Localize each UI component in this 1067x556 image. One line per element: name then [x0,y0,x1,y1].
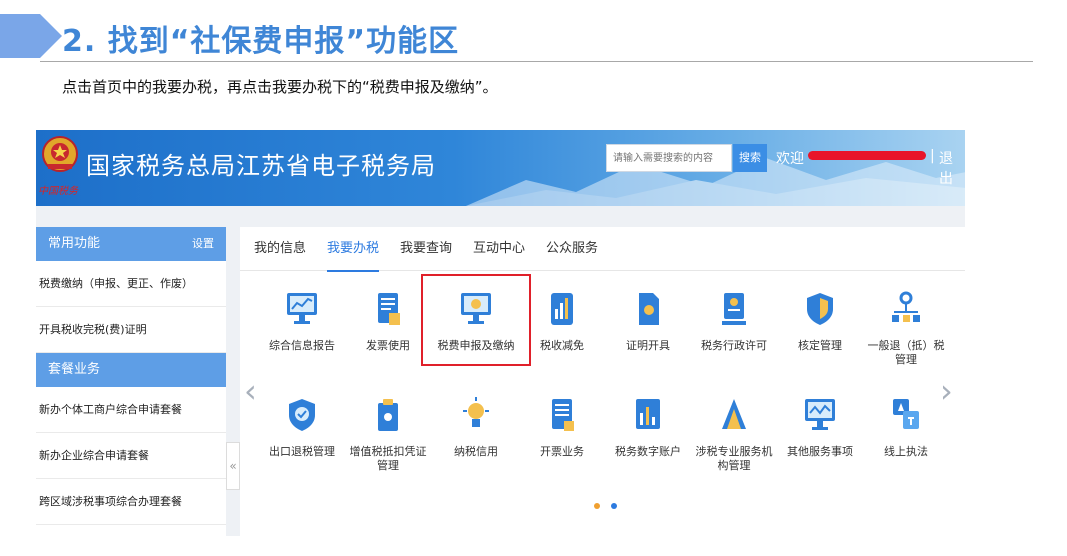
certificate-icon [639,293,659,325]
slide: 2. 找到“社保费申报”功能区 点击首页中的我要办税，再点击我要办税下的“税费申… [0,0,1067,556]
invoice-list-icon [552,399,574,431]
header-separator: | [930,148,935,164]
site-tagline: 中国税务 [38,186,78,197]
slide-header-tab [0,14,62,58]
tile-label: 核定管理 [798,339,842,352]
tile-administrative-license[interactable]: 税务行政许可 [692,289,776,379]
sidebar-common-title: 常用功能 [48,236,101,251]
carousel-prev-arrow[interactable]: ‹ [244,372,257,410]
tile-assessment-management[interactable]: 核定管理 [778,289,862,379]
translate-document-icon [893,399,919,429]
tile-label: 税务行政许可 [701,339,767,352]
tile-digital-account[interactable]: 税务数字账户 [606,395,690,485]
tab-my-info[interactable]: 我的信息 [254,227,306,271]
tile-label: 纳税信用 [454,445,498,458]
site-title: 国家税务总局江苏省电子税务局 [86,152,436,180]
highlight-box [421,274,531,366]
sidebar-item-tax-certificate[interactable]: 开具税收完税(费)证明 [36,307,226,353]
tab-query[interactable]: 我要查询 [400,227,452,271]
tile-label: 开票业务 [540,445,584,458]
sidebar-item-individual-package[interactable]: 新办个体工商户综合申请套餐 [36,387,226,433]
sidebar-package-title: 套餐业务 [48,362,101,377]
tile-label: 其他服务事项 [787,445,853,458]
tile-certificate-issue[interactable]: 证明开具 [606,289,690,379]
tile-online-enforcement[interactable]: 线上执法 [864,395,948,485]
tile-export-refund[interactable]: 出口退税管理 [260,395,344,485]
tile-label: 线上执法 [884,445,928,458]
sidebar-item-cross-region-package[interactable]: 跨区域涉税事项综合办理套餐 [36,479,226,525]
sidebar-common-header: 常用功能 设置 [36,227,226,261]
sidebar: 常用功能 设置 税费缴纳（申报、更正、作废） 开具税收完税(费)证明 套餐业务 … [36,227,226,536]
tile-tax-reduction[interactable]: 税收减免 [520,289,604,379]
tile-label: 增值税抵扣凭证管理 [349,445,427,472]
sidebar-item-enterprise-package[interactable]: 新办企业综合申请套餐 [36,433,226,479]
document-icon [378,293,400,325]
slide-instruction: 点击首页中的我要办税，再点击我要办税下的“税费申报及缴纳”。 [62,78,498,96]
monitor-chart-icon [287,293,317,324]
shield-check-icon [289,399,315,431]
clipboard-icon [378,399,398,431]
license-badge-icon [722,293,746,325]
location-network-icon [892,291,920,322]
search-input[interactable] [606,144,732,172]
redacted-company-name [808,151,926,160]
tile-general-refund[interactable]: 一般退（抵）税管理 [864,289,948,379]
lightbulb-icon [463,397,489,427]
tile-label: 综合信息报告 [269,339,335,352]
tab-public-service[interactable]: 公众服务 [546,227,598,271]
tile-label: 涉税专业服务机构管理 [695,445,773,472]
tile-invoicing[interactable]: 开票业务 [520,395,604,485]
shield-icon [807,293,833,325]
tile-label: 税务数字账户 [615,445,681,458]
slide-header-divider [40,61,1033,62]
tile-label: 一般退（抵）税管理 [867,339,945,366]
tile-label: 发票使用 [366,339,410,352]
bar-chart-phone-icon [551,293,573,325]
tile-label: 证明开具 [626,339,670,352]
slide-title: 2. 找到“社保费申报”功能区 [62,24,460,59]
main-tabs: 我的信息 我要办税 我要查询 互动中心 公众服务 [240,227,965,272]
sidebar-collapse-button[interactable]: « [226,442,240,490]
tile-other-services[interactable]: 其他服务事项 [778,395,862,485]
agency-icon [722,399,746,429]
carousel-dot-active[interactable] [594,503,600,509]
tab-interaction[interactable]: 互动中心 [473,227,525,271]
welcome-text: 欢迎 [776,151,804,167]
carousel-dot[interactable] [611,503,617,509]
account-chart-icon [636,399,660,429]
search-button[interactable]: 搜索 [733,144,767,172]
tile-label: 出口退税管理 [269,445,335,458]
tile-professional-service[interactable]: 涉税专业服务机构管理 [692,395,776,485]
sidebar-package-header: 套餐业务 [36,353,226,387]
monitor-wave-icon [805,399,835,430]
main-panel: 我的信息 我要办税 我要查询 互动中心 公众服务 ‹ › 综合信息报告 发票使用… [240,227,965,536]
tile-comprehensive-report[interactable]: 综合信息报告 [260,289,344,379]
tile-vat-deduction[interactable]: 增值税抵扣凭证管理 [346,395,430,485]
tile-label: 税收减免 [540,339,584,352]
tab-tax-handling[interactable]: 我要办税 [327,227,380,272]
tile-invoice-use[interactable]: 发票使用 [346,289,430,379]
site-banner: 中国税务 国家税务总局江苏省电子税务局 搜索 欢迎 | 退出 [36,130,965,206]
sidebar-settings-link[interactable]: 设置 [192,227,214,261]
sidebar-item-tax-payment[interactable]: 税费缴纳（申报、更正、作废） [36,261,226,307]
tile-tax-credit[interactable]: 纳税信用 [434,395,518,485]
tax-emblem-icon [42,136,78,172]
logout-link[interactable]: 退出 [939,148,965,188]
etax-screenshot: 中国税务 国家税务总局江苏省电子税务局 搜索 欢迎 | 退出 常用功能 设置 税… [36,130,965,536]
